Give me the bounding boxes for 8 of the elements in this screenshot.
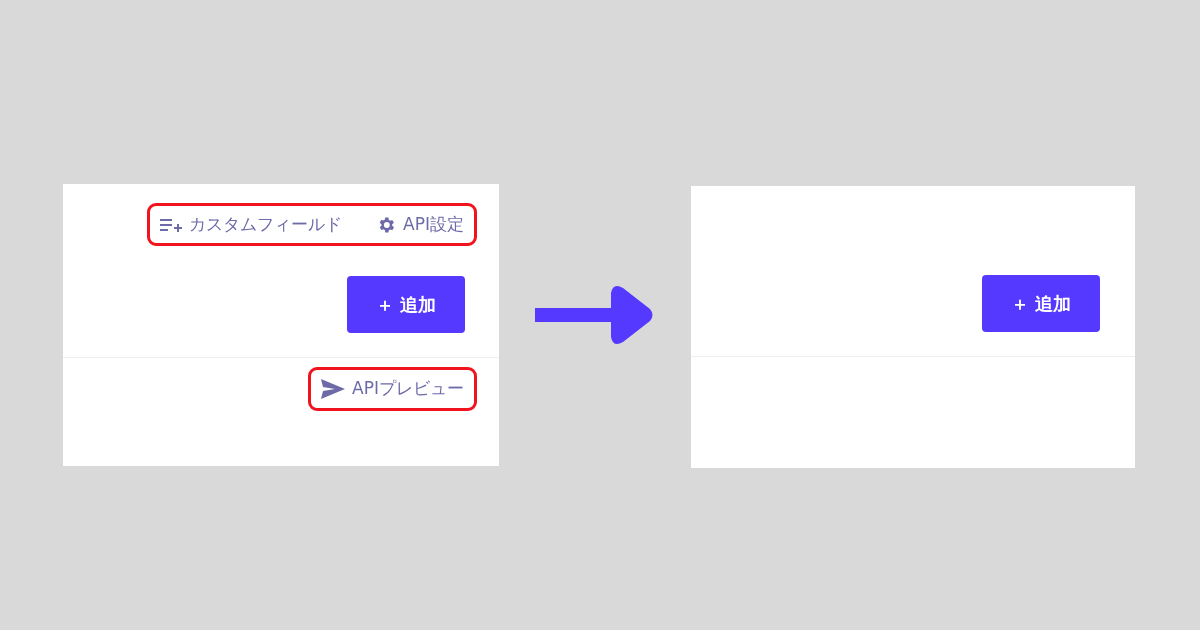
list-plus-icon [160, 216, 183, 233]
add-button[interactable]: ＋ 追加 [347, 276, 465, 333]
link[interactable]: APIプレビュー [321, 376, 464, 402]
add-button[interactable]: ＋ 追加 [982, 275, 1100, 332]
link[interactable]: カスタムフィールド [160, 211, 343, 238]
link[interactable]: API設定 [376, 211, 464, 238]
right-arrow-icon [535, 285, 655, 345]
send-icon [321, 379, 346, 399]
